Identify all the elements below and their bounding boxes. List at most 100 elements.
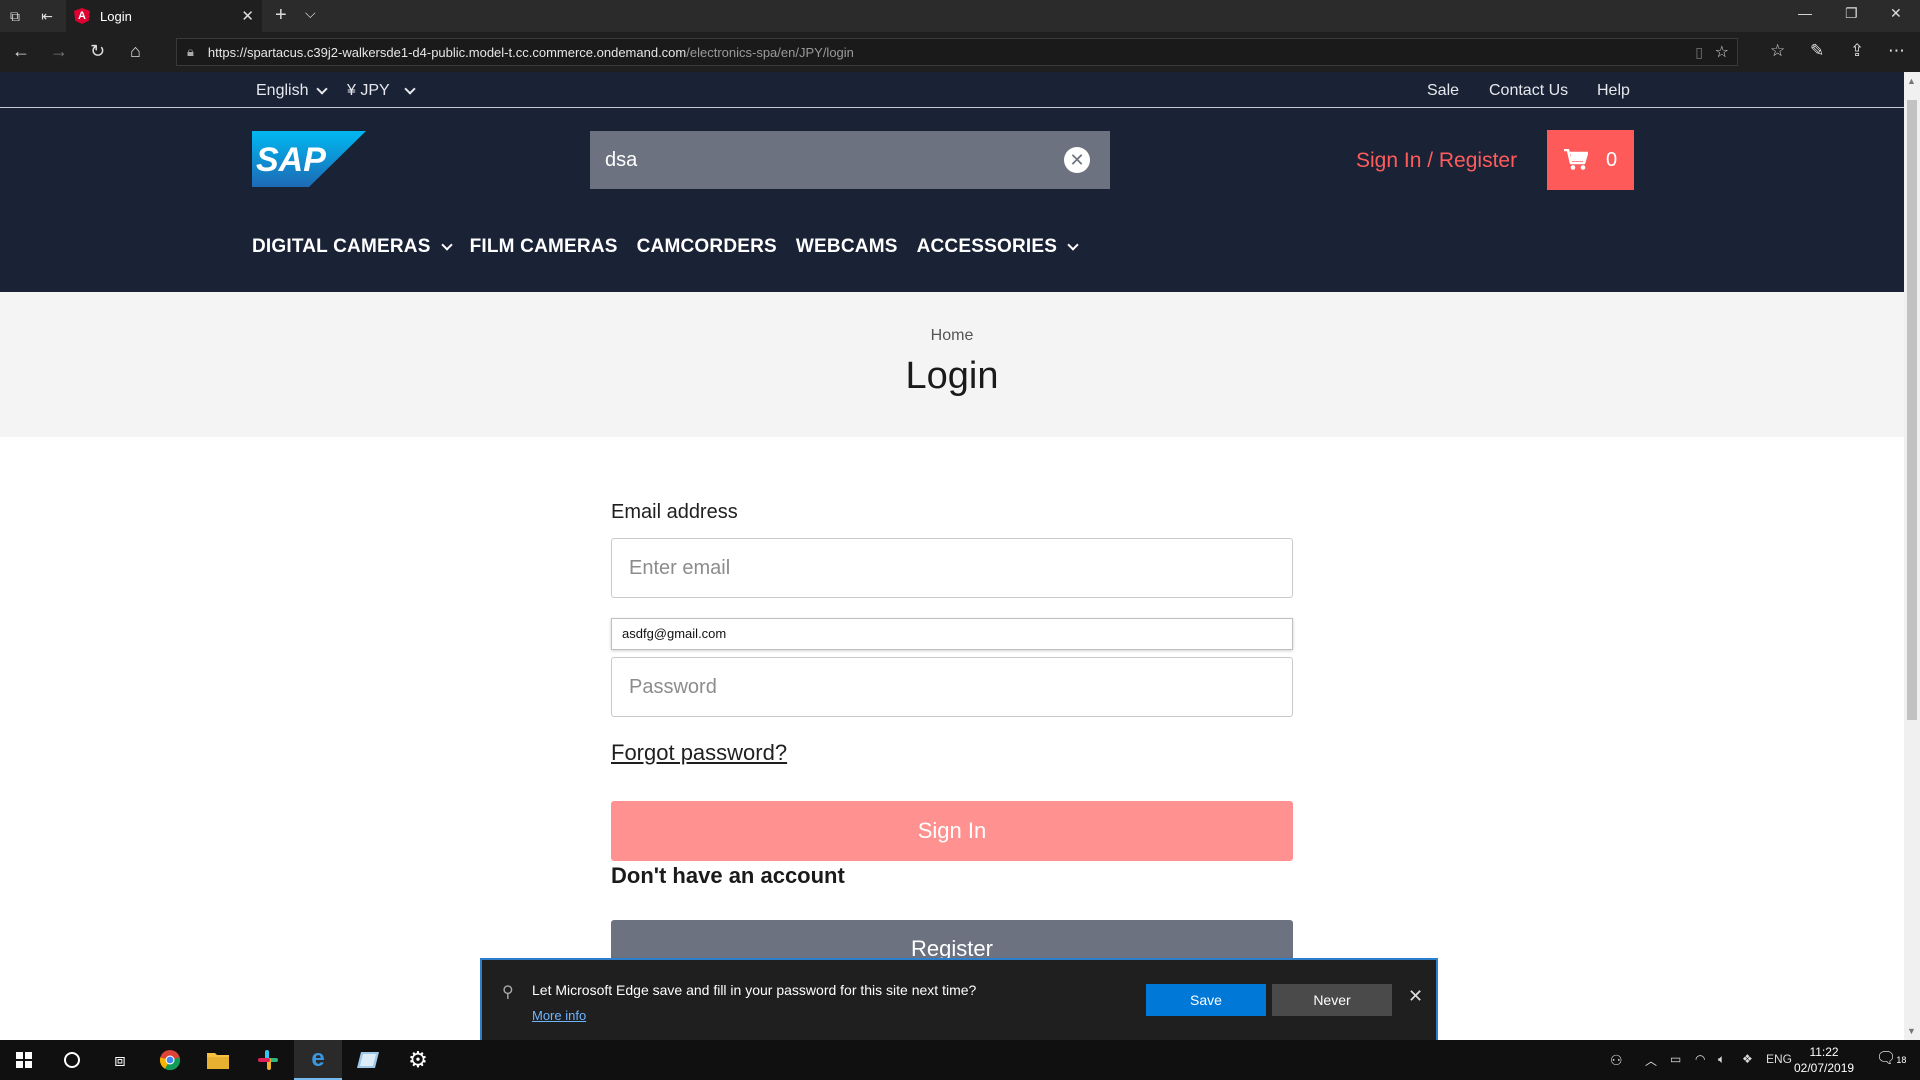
- cortana-search-button[interactable]: [48, 1040, 96, 1080]
- page-heading: Home Login: [0, 292, 1904, 437]
- tray-overflow-chevron-icon[interactable]: ︿: [1645, 1052, 1657, 1069]
- tab-close-icon[interactable]: ✕: [241, 7, 254, 25]
- never-save-button[interactable]: Never: [1272, 984, 1392, 1016]
- help-link[interactable]: Help: [1597, 82, 1630, 100]
- volume-icon[interactable]: 🔈︎: [1718, 1052, 1725, 1067]
- sign-in-register-link[interactable]: Sign In / Register: [1356, 149, 1517, 173]
- currency-value: ¥ JPY: [347, 82, 390, 99]
- page-scrollbar[interactable]: ▲ ▼: [1904, 72, 1920, 1040]
- save-password-button[interactable]: Save: [1146, 984, 1266, 1016]
- dropbox-icon[interactable]: ❖: [1742, 1052, 1753, 1066]
- tab-list-chevron-icon[interactable]: ⌵: [305, 5, 316, 22]
- url-field[interactable]: 🔒︎ https://spartacus.c39j2-walkersde1-d4…: [176, 38, 1738, 66]
- edge-taskbar-button[interactable]: e: [294, 1040, 342, 1080]
- site-utility-bar: English ¥ JPY Sale Contact Us Help: [0, 72, 1904, 108]
- more-info-link[interactable]: More info: [532, 1008, 586, 1023]
- category-nav: DIGITAL CAMERAS FILM CAMERAS CAMCORDERS …: [252, 236, 1079, 258]
- task-view-button[interactable]: ⧈: [96, 1040, 144, 1080]
- forward-icon[interactable]: →: [50, 41, 68, 62]
- clock-time: 11:22: [1809, 1045, 1839, 1059]
- wifi-icon[interactable]: ◠: [1695, 1052, 1705, 1066]
- currency-select[interactable]: ¥ JPY: [347, 82, 416, 100]
- language-select[interactable]: English: [256, 82, 329, 100]
- svg-text:SAP: SAP: [256, 141, 326, 179]
- cart-count: 0: [1605, 148, 1618, 171]
- clear-search-icon[interactable]: ✕: [1064, 147, 1090, 173]
- slack-taskbar-button[interactable]: [244, 1040, 292, 1080]
- new-tab-icon[interactable]: +: [275, 4, 287, 27]
- minimize-icon[interactable]: —: [1798, 5, 1812, 21]
- system-clock[interactable]: 11:22 02/07/2019: [1794, 1044, 1854, 1076]
- nav-item-label: FILM CAMERAS: [469, 236, 618, 257]
- home-icon[interactable]: ⌂: [130, 41, 141, 62]
- share-icon[interactable]: ⇪: [1850, 41, 1864, 61]
- people-icon[interactable]: ⚇: [1610, 1052, 1623, 1069]
- save-password-prompt: ⚲ Let Microsoft Edge save and fill in yo…: [480, 958, 1438, 1040]
- chevron-down-icon: [316, 82, 329, 95]
- pen-notes-icon[interactable]: ✎: [1810, 41, 1824, 61]
- sap-logo[interactable]: SAP: [252, 131, 366, 187]
- sale-link[interactable]: Sale: [1427, 82, 1459, 100]
- search-box[interactable]: dsa ✕: [590, 131, 1110, 189]
- restore-icon[interactable]: ❐: [1845, 5, 1858, 22]
- language-value: English: [256, 82, 309, 99]
- nav-webcams[interactable]: WEBCAMS: [796, 236, 898, 258]
- scroll-down-icon[interactable]: ▼: [1907, 1026, 1916, 1036]
- browser-tab-login[interactable]: A Login ✕: [66, 0, 262, 32]
- nav-item-label: DIGITAL CAMERAS: [252, 236, 431, 257]
- set-aside-tabs-icon[interactable]: ⇤: [38, 7, 56, 25]
- browser-tab-bar: ⧉ ⇤ A Login ✕ + ⌵ — ❐ ✕: [0, 0, 1920, 32]
- nav-accessories[interactable]: ACCESSORIES: [916, 236, 1079, 258]
- windows-taskbar: ⧈ e ⚙ ⚇ ︿ ▭ ◠ 🔈︎ ❖ ENG 11:22 02/07/2019 …: [0, 1040, 1920, 1080]
- cortana-icon: [64, 1052, 80, 1068]
- windows-logo-icon: [16, 1052, 32, 1068]
- autofill-suggestion[interactable]: asdfg@gmail.com: [611, 618, 1293, 650]
- nav-digital-cameras[interactable]: DIGITAL CAMERAS: [252, 236, 453, 258]
- chrome-icon: [159, 1050, 181, 1071]
- file-explorer-button[interactable]: [194, 1040, 242, 1080]
- sign-in-button[interactable]: Sign In: [611, 801, 1293, 861]
- favorite-star-icon[interactable]: ☆: [1715, 42, 1729, 62]
- no-account-heading: Don't have an account: [611, 863, 845, 888]
- input-language[interactable]: ENG: [1766, 1052, 1792, 1066]
- window-close-icon[interactable]: ✕: [1890, 5, 1902, 22]
- lock-icon: 🔒︎: [187, 44, 194, 59]
- breadcrumb-home[interactable]: Home: [0, 327, 1904, 345]
- nav-camcorders[interactable]: CAMCORDERS: [637, 236, 777, 258]
- forgot-password-link[interactable]: Forgot password?: [611, 740, 787, 766]
- notes-taskbar-button[interactable]: [344, 1040, 392, 1080]
- chrome-taskbar-button[interactable]: [146, 1040, 194, 1080]
- mini-cart-button[interactable]: 0: [1547, 130, 1634, 190]
- favorites-hub-icon[interactable]: ☆: [1770, 41, 1785, 61]
- action-center-button[interactable]: 🗨︎18: [1876, 1048, 1906, 1068]
- start-button[interactable]: [0, 1040, 48, 1080]
- more-menu-icon[interactable]: ⋯: [1888, 41, 1905, 61]
- refresh-icon[interactable]: ↻: [90, 41, 105, 62]
- battery-icon[interactable]: ▭: [1670, 1052, 1681, 1066]
- nav-item-label: ACCESSORIES: [916, 236, 1058, 257]
- tab-title: Login: [100, 8, 132, 24]
- reading-view-icon[interactable]: ▯: [1695, 44, 1703, 61]
- email-field[interactable]: [611, 538, 1293, 598]
- settings-taskbar-button[interactable]: ⚙: [394, 1040, 442, 1080]
- nav-film-cameras[interactable]: FILM CAMERAS: [470, 236, 618, 258]
- tabs-aside-icon[interactable]: ⧉: [6, 7, 24, 25]
- url-path: /electronics-spa/en/JPY/login: [686, 44, 854, 60]
- search-input[interactable]: dsa: [605, 149, 637, 172]
- key-icon: ⚲: [502, 984, 514, 1001]
- prompt-message: Let Microsoft Edge save and fill in your…: [532, 982, 977, 998]
- slack-icon: [258, 1050, 278, 1070]
- back-icon[interactable]: ←: [12, 41, 30, 62]
- folder-icon: [207, 1053, 229, 1069]
- contact-us-link[interactable]: Contact Us: [1489, 82, 1568, 100]
- chevron-down-icon: [440, 238, 453, 251]
- browser-address-bar: ← → ↻ ⌂ 🔒︎ https://spartacus.c39j2-walke…: [0, 32, 1920, 72]
- close-icon[interactable]: ✕: [1408, 986, 1423, 1007]
- email-label: Email address: [611, 501, 738, 523]
- scroll-thumb[interactable]: [1907, 100, 1917, 720]
- password-field[interactable]: [611, 657, 1293, 717]
- nav-item-label: CAMCORDERS: [636, 236, 777, 257]
- scroll-up-icon[interactable]: ▲: [1907, 76, 1916, 86]
- nav-item-label: WEBCAMS: [795, 236, 898, 257]
- gear-icon: ⚙: [408, 1047, 428, 1072]
